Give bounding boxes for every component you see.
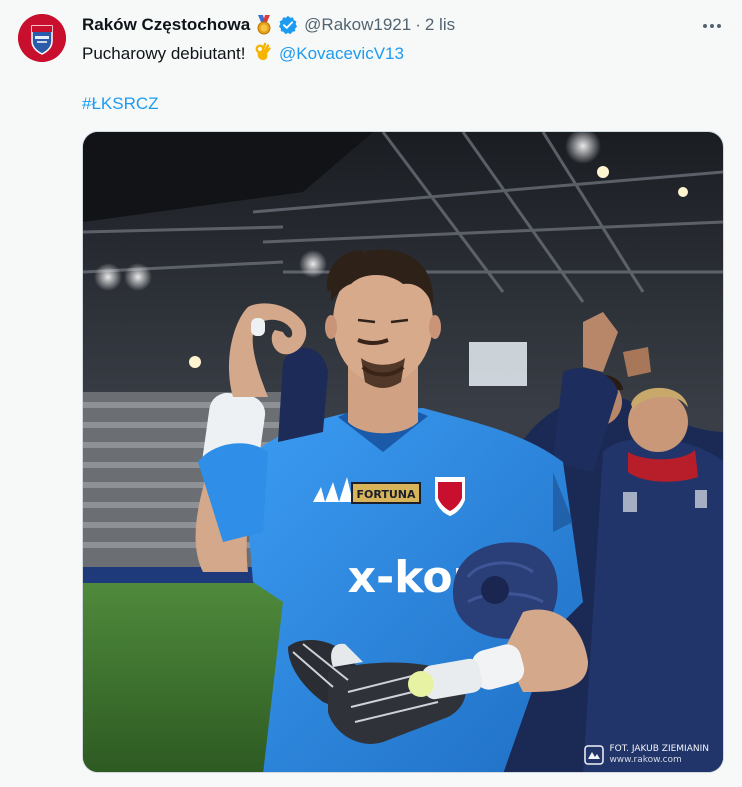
photo-credit: FOT. JAKUB ZIEMIANIN www.rakow.com (584, 744, 709, 766)
author-avatar[interactable] (18, 14, 66, 62)
author-handle[interactable]: @Rakow1921 (304, 15, 411, 35)
hashtag-link[interactable]: #ŁKSRCZ (82, 94, 159, 113)
author-display-name[interactable]: Raków Częstochowa (82, 15, 250, 35)
gold-medal-icon (254, 15, 274, 35)
ok-hand-emoji-icon (252, 42, 272, 62)
tweet-text-line-1: Pucharowy debiutant! @KovacevicV13 (82, 42, 404, 65)
tweet-header: Raków Częstochowa @Rakow1921 · 2 lis (82, 14, 455, 36)
tweet-photo[interactable]: FORTUNA x-kom FOT. JAKUB ZIEMIANIN www.r… (82, 131, 724, 773)
photographer-logo-icon (584, 745, 605, 765)
tweet-date[interactable]: 2 lis (425, 15, 455, 35)
mention-link[interactable]: @KovacevicV13 (279, 44, 404, 63)
more-options-icon[interactable] (700, 16, 724, 36)
photo-credit-name: FOT. JAKUB ZIEMIANIN (609, 744, 709, 754)
verified-badge-icon[interactable] (278, 15, 298, 35)
photo-credit-url: www.rakow.com (609, 755, 682, 765)
tweet-text-line-2: #ŁKSRCZ (82, 93, 159, 115)
tweet-card[interactable]: Raków Częstochowa @Rakow1921 · 2 lis Puc… (0, 0, 742, 787)
tweet-text: Pucharowy debiutant! (82, 44, 246, 63)
header-separator: · (415, 15, 421, 34)
jersey-sponsor-text: FORTUNA (357, 488, 416, 501)
